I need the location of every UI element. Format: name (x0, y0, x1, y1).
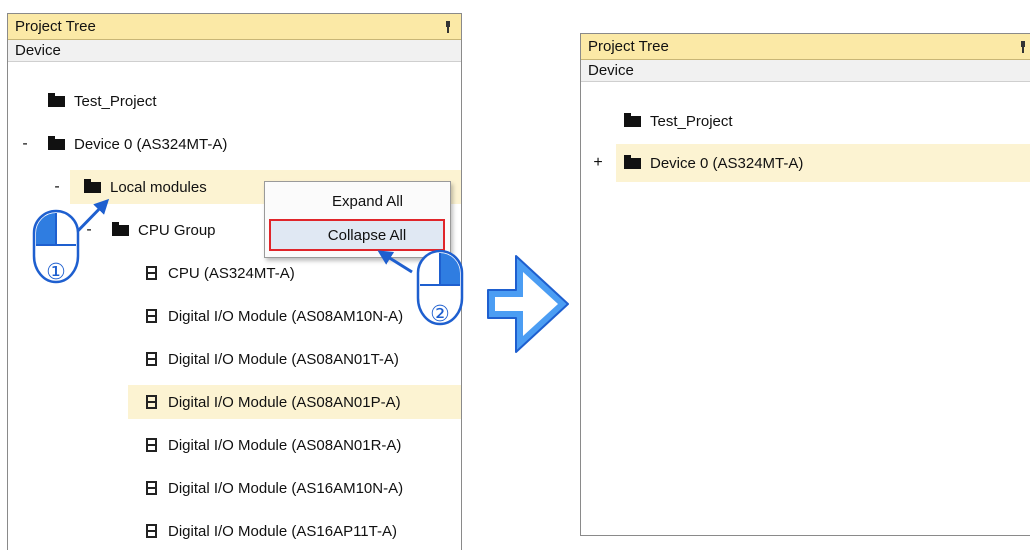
folder-icon (84, 178, 101, 193)
tree-node-label: Digital I/O Module (AS08AN01P-A) (168, 393, 401, 411)
tree-node-label: Device 0 (AS324MT-A) (650, 154, 804, 172)
pointer-arrow (377, 250, 413, 274)
transition-arrow-icon (487, 255, 569, 353)
tree-node-label: Local modules (110, 178, 207, 196)
step-2-label: ② (430, 302, 450, 327)
annotation-overlay: ① ② (32, 198, 569, 353)
module-icon (146, 395, 157, 409)
expand-toggle[interactable]: + (591, 154, 605, 172)
folder-icon (624, 154, 641, 169)
step-1-label: ① (46, 260, 66, 285)
